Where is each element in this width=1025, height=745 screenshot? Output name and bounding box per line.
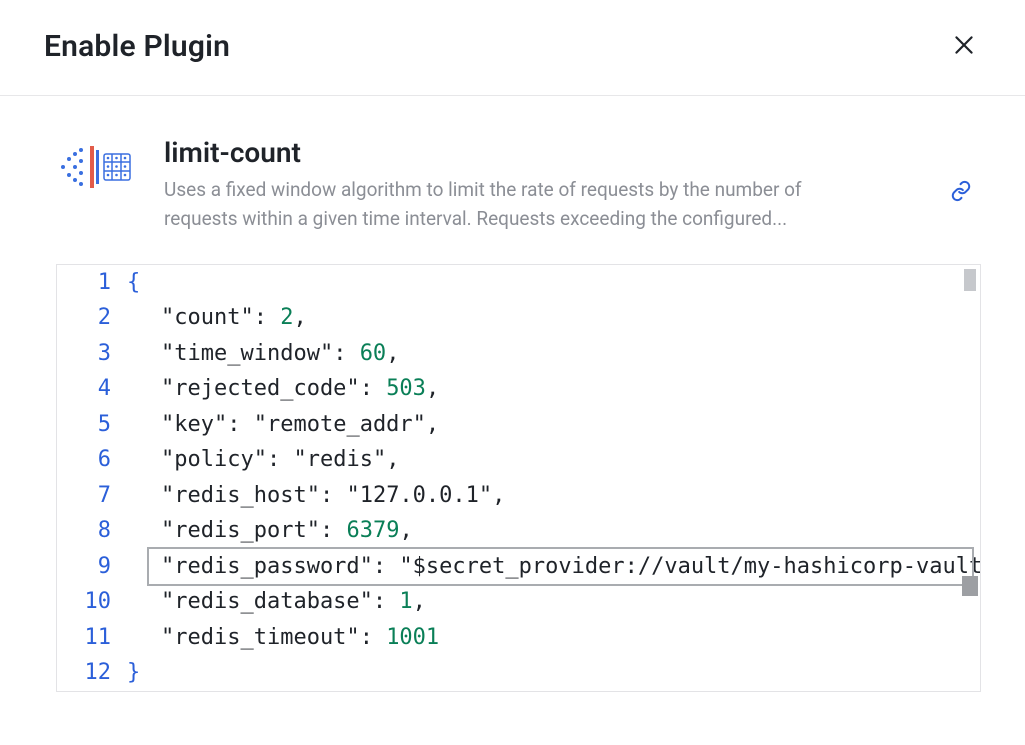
line-code[interactable]: "redis_port": 6379, xyxy=(127,513,980,549)
enable-plugin-modal: Enable Plugin xyxy=(0,0,1025,745)
line-number: 5 xyxy=(57,407,127,443)
editor-line[interactable]: 1{ xyxy=(57,265,980,301)
line-code[interactable]: "redis_password": "$secret_provider://va… xyxy=(127,549,980,585)
limit-count-icon xyxy=(57,144,135,190)
line-code[interactable]: "time_window": 60, xyxy=(127,336,980,372)
line-number: 3 xyxy=(57,336,127,372)
line-code[interactable]: { xyxy=(127,265,980,301)
line-number: 7 xyxy=(57,478,127,514)
plugin-description: Uses a fixed window algorithm to limit t… xyxy=(164,175,873,234)
editor-line[interactable]: 11"redis_timeout": 1001 xyxy=(57,620,980,656)
line-code[interactable]: "key": "remote_addr", xyxy=(127,407,980,443)
line-code[interactable]: "redis_host": "127.0.0.1", xyxy=(127,478,980,514)
line-number: 6 xyxy=(57,442,127,478)
json-editor[interactable]: 1{2"count": 2,3"time_window": 60,4"rejec… xyxy=(56,264,981,692)
modal-content: limit-count Uses a fixed window algorith… xyxy=(0,96,1025,692)
line-code[interactable]: "count": 2, xyxy=(127,300,980,336)
editor-line[interactable]: 12} xyxy=(57,655,980,691)
line-code[interactable]: } xyxy=(127,655,980,691)
line-number: 11 xyxy=(57,620,127,656)
editor-line[interactable]: 7"redis_host": "127.0.0.1", xyxy=(57,478,980,514)
line-code[interactable]: "policy": "redis", xyxy=(127,442,980,478)
plugin-summary-row: limit-count Uses a fixed window algorith… xyxy=(56,136,981,234)
close-button[interactable] xyxy=(947,28,981,65)
link-icon xyxy=(950,180,972,202)
line-code[interactable]: "redis_database": 1, xyxy=(127,584,980,620)
scroll-marker xyxy=(962,576,978,596)
line-number: 9 xyxy=(57,549,127,585)
editor-line[interactable]: 6"policy": "redis", xyxy=(57,442,980,478)
editor-line[interactable]: 2"count": 2, xyxy=(57,300,980,336)
modal-title: Enable Plugin xyxy=(44,29,230,64)
plugin-icon xyxy=(56,144,136,190)
plugin-docs-link[interactable] xyxy=(941,180,981,202)
plugin-name: limit-count xyxy=(164,136,873,169)
line-code[interactable]: "rejected_code": 503, xyxy=(127,371,980,407)
line-number: 10 xyxy=(57,584,127,620)
line-number: 12 xyxy=(57,655,127,691)
editor-line[interactable]: 8"redis_port": 6379, xyxy=(57,513,980,549)
line-number: 4 xyxy=(57,371,127,407)
editor-line[interactable]: 5"key": "remote_addr", xyxy=(57,407,980,443)
editor-line[interactable]: 10"redis_database": 1, xyxy=(57,584,980,620)
scrollbar-thumb[interactable] xyxy=(964,269,976,291)
plugin-meta: limit-count Uses a fixed window algorith… xyxy=(164,136,913,234)
close-icon xyxy=(951,32,977,58)
editor-line[interactable]: 4"rejected_code": 503, xyxy=(57,371,980,407)
editor-line[interactable]: 9"redis_password": "$secret_provider://v… xyxy=(57,549,980,585)
line-number: 8 xyxy=(57,513,127,549)
editor-line[interactable]: 3"time_window": 60, xyxy=(57,336,980,372)
line-number: 1 xyxy=(57,265,127,301)
line-number: 2 xyxy=(57,300,127,336)
line-code[interactable]: "redis_timeout": 1001 xyxy=(127,620,980,656)
modal-header: Enable Plugin xyxy=(0,0,1025,96)
